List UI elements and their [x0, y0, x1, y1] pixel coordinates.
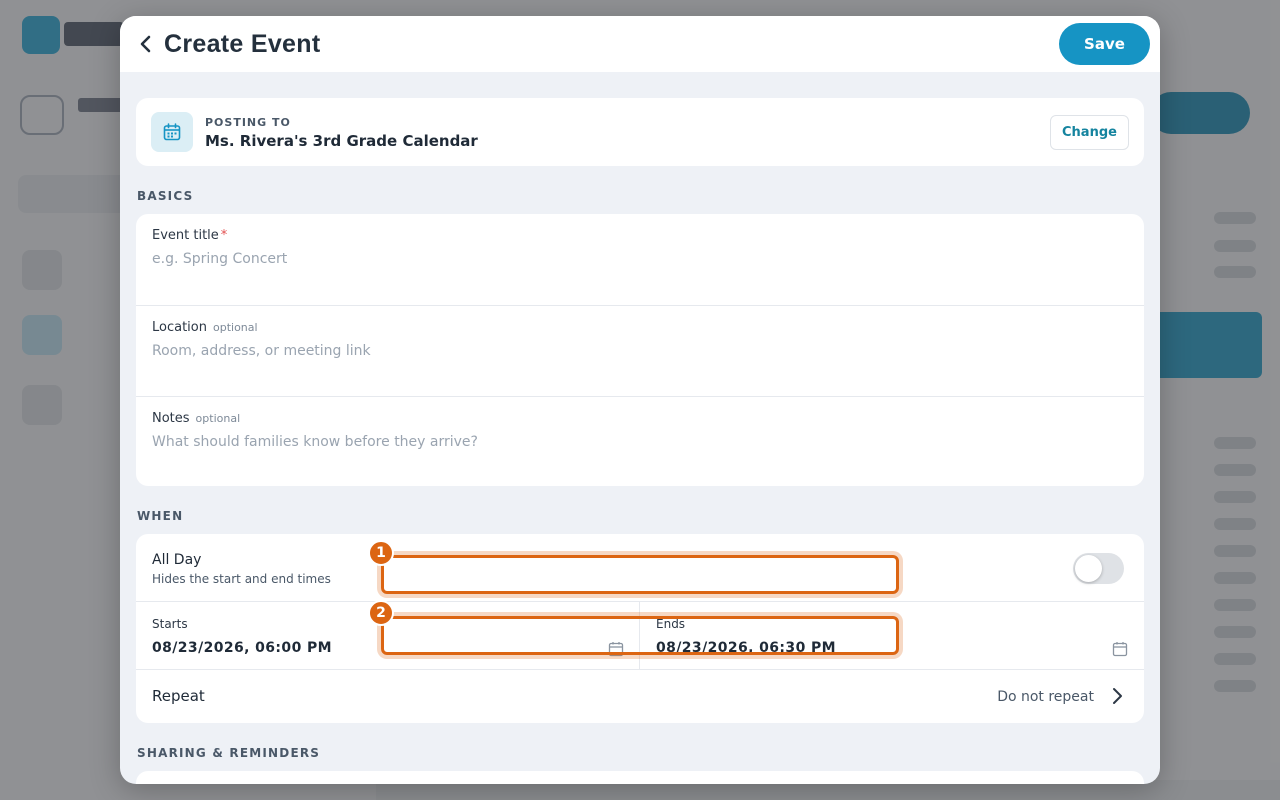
- starts-label: Starts: [152, 617, 188, 631]
- location-row: Location optional: [136, 305, 1144, 396]
- repeat-row[interactable]: Repeat Do not repeat: [136, 670, 1144, 723]
- chevron-left-icon: [140, 35, 151, 53]
- basics-card: Event title* Location optional Notes optio…: [136, 214, 1144, 486]
- location-label-text: Location: [152, 320, 207, 335]
- page-title: Create Event: [164, 30, 321, 58]
- calendar-badge: [151, 112, 193, 152]
- section-title-when: WHEN: [137, 509, 184, 523]
- back-button[interactable]: [130, 28, 162, 60]
- all-day-sublabel: Hides the start and end times: [152, 572, 331, 586]
- posting-to-card: POSTING TO Ms. Rivera's 3rd Grade Calend…: [136, 98, 1144, 166]
- notes-label: Notes optional: [152, 411, 240, 426]
- all-day-toggle[interactable]: [1073, 553, 1124, 584]
- chevron-right-icon: [1113, 688, 1122, 704]
- annotation-marker-1: 1: [368, 540, 394, 566]
- repeat-value: Do not repeat: [997, 689, 1094, 705]
- notes-label-text: Notes: [152, 411, 190, 426]
- notes-row: Notes optional: [136, 396, 1144, 487]
- change-calendar-button[interactable]: Change: [1050, 115, 1129, 150]
- location-label: Location optional: [152, 320, 258, 335]
- toggle-knob: [1075, 555, 1102, 582]
- location-input[interactable]: [152, 340, 1122, 362]
- sharing-card: [136, 771, 1144, 784]
- posting-to-label: POSTING TO: [205, 116, 291, 129]
- notes-input[interactable]: [152, 431, 1122, 453]
- repeat-label: Repeat: [152, 687, 205, 705]
- annotation-marker-2: 2: [368, 600, 394, 626]
- when-card: All Day Hides the start and end times St…: [136, 534, 1144, 723]
- ends-value: 08/23/2026, 06:30 PM: [656, 640, 836, 656]
- dates-row: Starts 08/23/2026, 06:00 PM Ends 08/23/2…: [136, 602, 1144, 670]
- save-button[interactable]: Save: [1059, 23, 1150, 65]
- calendar-icon: [1112, 642, 1128, 657]
- all-day-label: All Day: [152, 552, 202, 568]
- event-title-input[interactable]: [152, 248, 1122, 270]
- section-title-sharing: SHARING & REMINDERS: [137, 746, 321, 760]
- ends-label: Ends: [656, 617, 686, 631]
- event-title-row: Event title *: [136, 214, 1144, 305]
- all-day-row: All Day Hides the start and end times: [136, 534, 1144, 602]
- calendar-name: Ms. Rivera's 3rd Grade Calendar: [205, 132, 478, 150]
- section-title-basics: BASICS: [137, 189, 194, 203]
- calendar-icon: [608, 642, 624, 657]
- optional-tag: optional: [195, 412, 241, 425]
- event-title-label: Event title *: [152, 228, 227, 243]
- ends-field[interactable]: Ends 08/23/2026, 06:30 PM: [640, 602, 1144, 670]
- event-title-label-text: Event title: [152, 228, 219, 243]
- create-event-modal: Create Event Save POSTING TO Ms. Rivera'…: [120, 16, 1160, 784]
- starts-value: 08/23/2026, 06:00 PM: [152, 640, 332, 656]
- calendar-icon: [163, 123, 181, 141]
- required-mark: *: [220, 228, 228, 243]
- modal-header: Create Event Save: [120, 16, 1160, 72]
- optional-tag: optional: [212, 321, 258, 334]
